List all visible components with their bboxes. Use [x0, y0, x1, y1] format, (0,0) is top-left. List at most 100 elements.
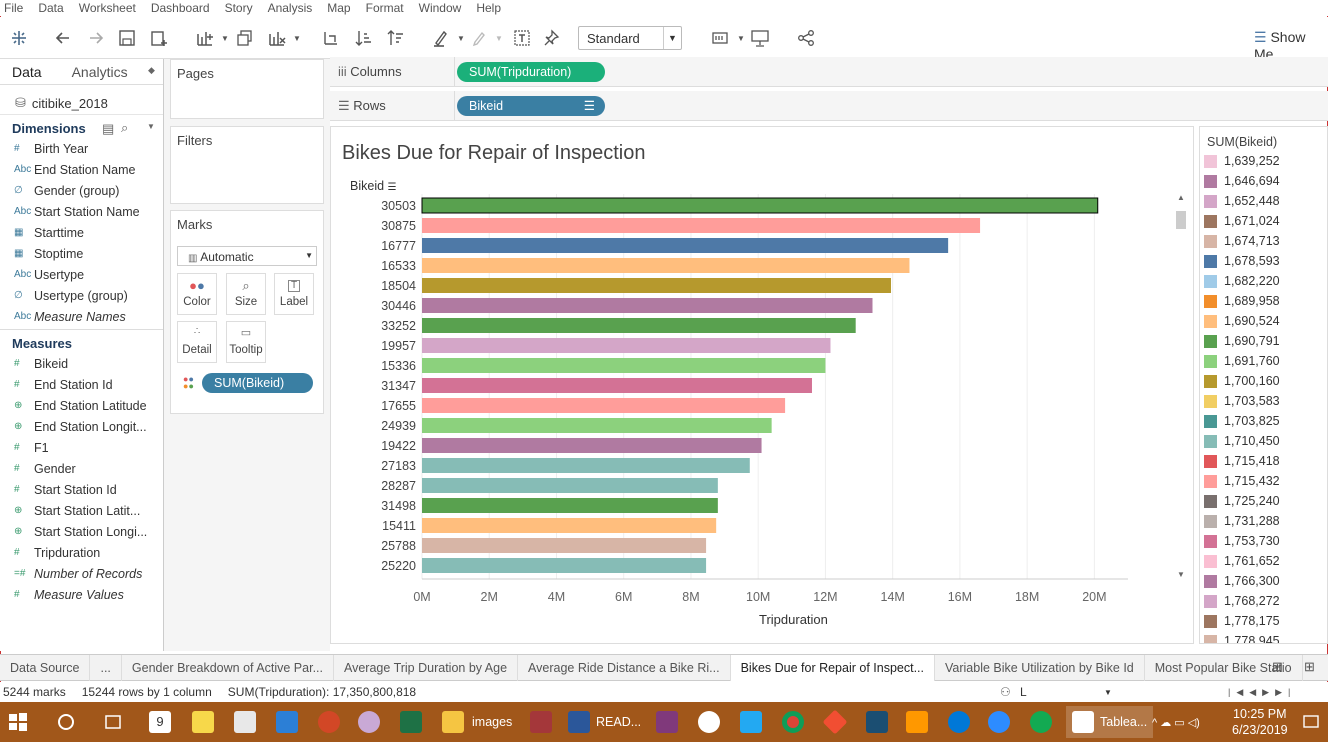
duplicate-sheet-icon[interactable] — [234, 27, 256, 49]
bar[interactable] — [422, 538, 707, 553]
detail-button[interactable]: ∴ Detail — [177, 321, 217, 363]
color-pill[interactable]: SUM(Bikeid) — [202, 373, 313, 393]
sticky-notes-icon[interactable] — [192, 710, 214, 734]
bar[interactable] — [422, 518, 717, 533]
dimension-field[interactable]: # Birth Year — [0, 138, 163, 159]
dimension-field[interactable]: ∅ Usertype (group) — [0, 285, 163, 306]
legend-item[interactable]: 1,703,583 — [1204, 391, 1280, 411]
bar[interactable] — [422, 358, 826, 373]
y-category-label[interactable]: 18504 — [381, 279, 416, 293]
onenote-icon[interactable] — [656, 710, 678, 734]
bar[interactable] — [422, 238, 949, 253]
bar[interactable] — [422, 338, 831, 353]
measure-field[interactable]: ⊕ End Station Longit... — [0, 416, 163, 437]
y-category-label[interactable]: 16777 — [381, 239, 416, 253]
menu-item-format[interactable]: Format — [366, 1, 404, 15]
tab-data-source[interactable]: Data Source — [0, 654, 91, 681]
legend-item[interactable]: 1,778,945 — [1204, 631, 1280, 643]
vscode-icon[interactable] — [740, 710, 762, 734]
sort-ascending-icon[interactable] — [353, 27, 375, 49]
filters-card[interactable]: Filters — [170, 126, 324, 204]
sublime-icon[interactable] — [906, 710, 928, 734]
mysql-workbench-icon[interactable] — [866, 710, 888, 734]
legend-item[interactable]: 1,715,418 — [1204, 451, 1280, 471]
sheet-tab[interactable]: Average Ride Distance a Bike Ri... — [518, 654, 731, 681]
menu-item-analysis[interactable]: Analysis — [268, 1, 313, 15]
show-mark-labels-icon[interactable] — [511, 27, 533, 49]
bar[interactable] — [422, 418, 772, 433]
chevron-down-icon[interactable]: ▼ — [147, 122, 155, 131]
y-category-label[interactable]: 30446 — [381, 299, 416, 313]
notes-app-icon[interactable] — [234, 710, 256, 734]
scroll-down-icon[interactable]: ▼ — [1174, 570, 1188, 579]
measure-field[interactable]: # Start Station Id — [0, 479, 163, 500]
y-category-label[interactable]: 30875 — [381, 219, 416, 233]
measure-field[interactable]: =# Number of Records — [0, 563, 163, 584]
legend-item[interactable]: 1,674,713 — [1204, 231, 1280, 251]
tooltip-button[interactable]: ▭ Tooltip — [226, 321, 266, 363]
sheet-tab[interactable]: Variable Bike Utilization by Bike Id — [935, 654, 1145, 681]
sheet-tab[interactable]: Bikes Due for Repair of Inspect... — [730, 654, 935, 681]
dimension-field[interactable]: ▦ Starttime — [0, 222, 163, 243]
notification-icon[interactable] — [1302, 710, 1320, 734]
search-circle-icon[interactable] — [56, 710, 76, 734]
calendar-app-icon[interactable]: 9 — [149, 710, 171, 734]
legend-item[interactable]: 1,682,220 — [1204, 271, 1280, 291]
add-datasource-icon[interactable] — [148, 27, 170, 49]
y-category-label[interactable]: 19957 — [381, 339, 416, 353]
paint-icon[interactable] — [358, 710, 380, 734]
tray-icons[interactable]: ^ ☁ ▭ ◁) — [1152, 710, 1200, 734]
bar[interactable] — [422, 378, 812, 393]
datasource-item[interactable]: ⛁ citibike_2018 — [0, 85, 163, 115]
tableau-taskbar-button[interactable]: Tablea... — [1066, 706, 1154, 738]
git-icon[interactable] — [822, 709, 848, 735]
menu-item-story[interactable]: Story — [225, 1, 253, 15]
measure-field[interactable]: # Measure Values — [0, 584, 163, 605]
chevron-down-icon[interactable]: ▼ — [286, 27, 308, 49]
y-category-label[interactable]: 17655 — [381, 399, 416, 413]
scroll-thumb[interactable] — [1176, 211, 1186, 229]
chrome-icon[interactable] — [782, 710, 804, 734]
bar[interactable] — [422, 498, 718, 513]
y-category-label[interactable]: 30503 — [381, 199, 416, 213]
y-category-label[interactable]: 24939 — [381, 419, 416, 433]
save-icon[interactable] — [116, 27, 138, 49]
bar[interactable] — [421, 197, 1099, 214]
clear-sheet-icon[interactable] — [266, 27, 288, 49]
view-mode-select[interactable]: Standard ▼ — [578, 26, 682, 50]
bar[interactable] — [422, 458, 750, 473]
dimension-field[interactable]: ∅ Gender (group) — [0, 180, 163, 201]
clock[interactable]: 10:25 PM 6/23/2019 — [1232, 706, 1288, 738]
y-category-label[interactable]: 31498 — [381, 499, 416, 513]
legend-item[interactable]: 1,652,448 — [1204, 191, 1280, 211]
legend-item[interactable]: 1,768,272 — [1204, 591, 1280, 611]
chevron-down-icon[interactable]: ▼ — [1104, 688, 1112, 697]
legend-item[interactable]: 1,731,288 — [1204, 511, 1280, 531]
search-icon[interactable]: ⌕ — [121, 120, 128, 136]
menu-item-window[interactable]: Window — [419, 1, 462, 15]
y-category-label[interactable]: 15411 — [382, 519, 416, 533]
rows-pill[interactable]: Bikeid ☰ — [457, 96, 605, 116]
y-category-label[interactable]: 25788 — [381, 539, 416, 553]
columns-pill[interactable]: SUM(Tripduration) — [457, 62, 605, 82]
legend-item[interactable]: 1,689,958 — [1204, 291, 1280, 311]
sheet-navigation-icons[interactable]: |◀◀▶▶| — [1228, 687, 1296, 698]
legend-item[interactable]: 1,646,694 — [1204, 171, 1280, 191]
menu-item-data[interactable]: Data — [38, 1, 63, 15]
edge-icon[interactable] — [948, 710, 970, 734]
tableau-logo-icon[interactable] — [8, 27, 30, 49]
measure-field[interactable]: ⊕ End Station Latitude — [0, 395, 163, 416]
powerpoint-icon[interactable] — [318, 710, 340, 734]
legend-item[interactable]: 1,700,160 — [1204, 371, 1280, 391]
legend-item[interactable]: 1,766,300 — [1204, 571, 1280, 591]
tab-analytics[interactable]: Analytics — [60, 59, 140, 84]
bar[interactable] — [422, 218, 981, 233]
y-category-label[interactable]: 33252 — [381, 319, 416, 333]
scroll-up-icon[interactable]: ▲ — [1174, 193, 1188, 202]
bar[interactable] — [422, 298, 873, 313]
zoom-icon[interactable] — [988, 710, 1010, 734]
measure-field[interactable]: ⊕ Start Station Latit... — [0, 500, 163, 521]
dimension-field[interactable]: Abc End Station Name — [0, 159, 163, 180]
legend-item[interactable]: 1,703,825 — [1204, 411, 1280, 431]
file-explorer-button[interactable]: images — [442, 710, 512, 734]
